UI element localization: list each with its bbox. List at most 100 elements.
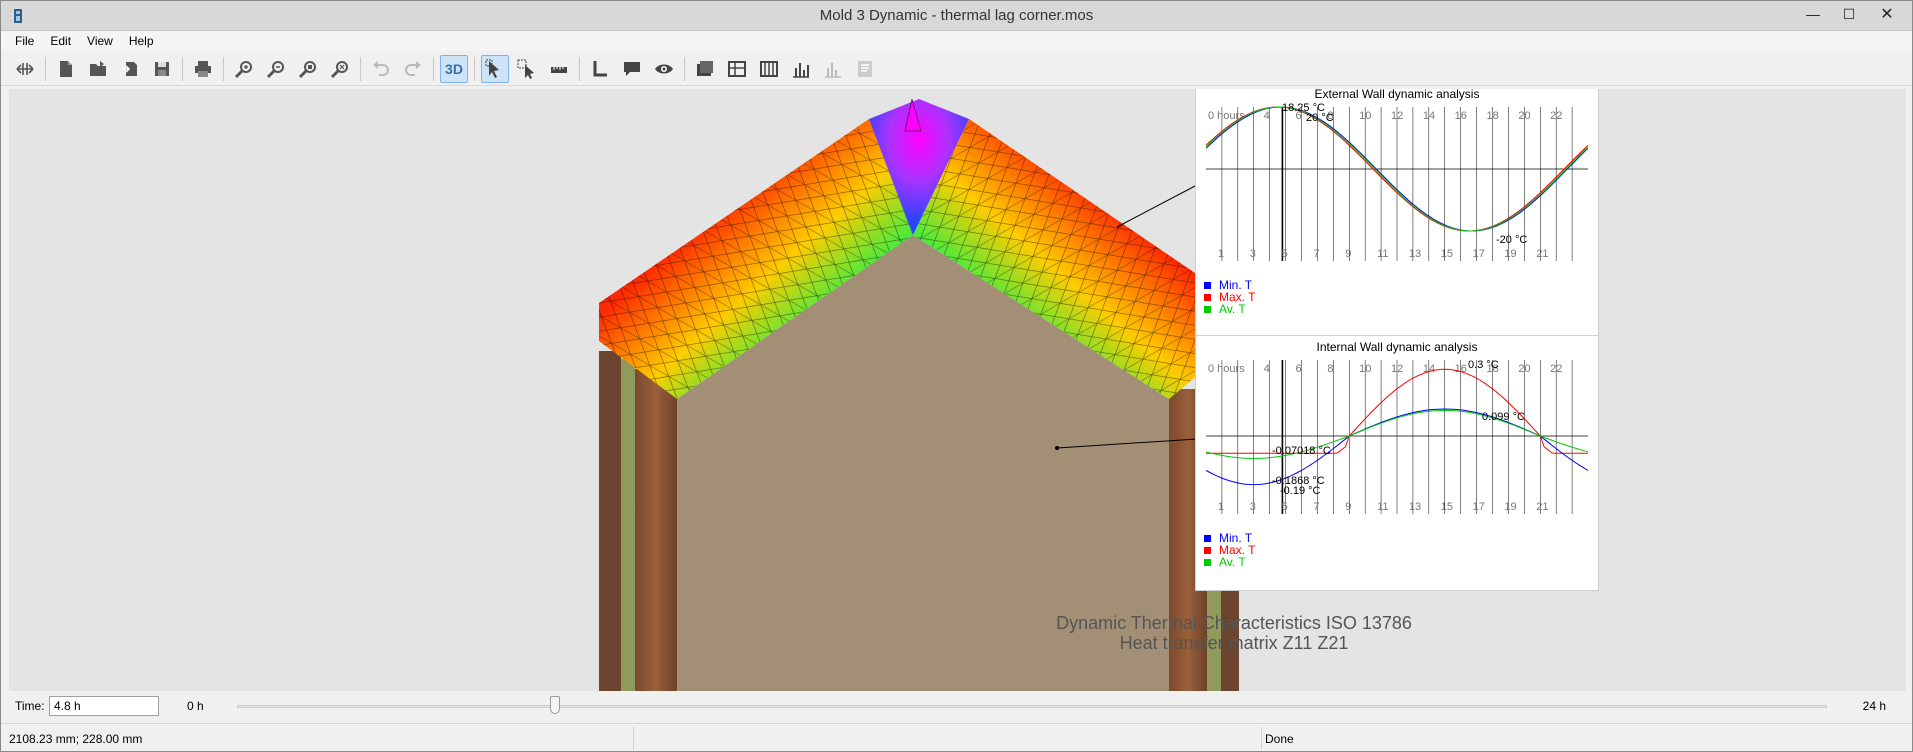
comment-button[interactable] [618, 55, 646, 83]
time-end-label: 24 h [1862, 699, 1886, 713]
axes-button[interactable] [586, 55, 614, 83]
caption-line-2: Heat transfer matrix Z11 Z21 [1119, 633, 1349, 653]
print-icon [195, 60, 211, 77]
boundary-button[interactable] [723, 55, 751, 83]
ruler-icon [551, 66, 567, 73]
menu-file[interactable]: File [7, 34, 42, 48]
boundary-icon [728, 60, 746, 77]
material-icon [760, 60, 778, 77]
internal-legend: Min. T Max. T Av. T [1204, 531, 1255, 569]
hour-label-top: 6 [1296, 363, 1302, 375]
select-button[interactable] [481, 54, 509, 83]
zoom-fit-button[interactable] [326, 55, 354, 83]
toolbar-separator [360, 56, 361, 81]
hour-label-bottom: 9 [1345, 248, 1351, 260]
hour-label-top: 4 [1264, 363, 1270, 375]
redo-button[interactable] [399, 55, 427, 83]
fit-view-button[interactable] [11, 55, 39, 83]
hour-label-bottom: 17 [1473, 501, 1485, 513]
value-label: -0.19 °C [1280, 485, 1321, 497]
caption-line-1: Dynamic Thermal Characteristics ISO 1378… [1056, 613, 1412, 633]
report-disabled-button[interactable] [851, 55, 879, 83]
internal-chart: 0 hours 4 6 8 10 12 14 16 18 20 221 3 5 7 9 11 13 15 17 19 2… [1205, 359, 1589, 514]
visibility-button[interactable] [650, 55, 678, 83]
menu-edit[interactable]: Edit [42, 34, 79, 48]
toolbar-separator [223, 56, 224, 81]
external-analysis-panel: External Wall dynamic analysis 0 hours 4 6… [1195, 89, 1599, 337]
window-title: Mold 3 Dynamic - thermal lag corner.mos [819, 7, 1094, 24]
menu-bar: File Edit View Help [1, 31, 1912, 51]
hour-label-bottom: 9 [1345, 501, 1351, 513]
chart-disabled-icon [825, 62, 841, 78]
hour-label-bottom: 7 [1313, 501, 1319, 513]
menu-view[interactable]: View [79, 34, 121, 48]
select-area-icon [517, 59, 534, 79]
legend-item-avg: Av. T [1204, 302, 1255, 316]
eye-icon [655, 64, 673, 73]
value-label: -0.07018 °C [1272, 445, 1331, 457]
select-area-button[interactable] [513, 55, 541, 83]
open-folder-icon [90, 60, 106, 76]
measure-button[interactable] [545, 55, 573, 83]
thermal-model-3d [599, 98, 1239, 691]
new-file-button[interactable] [52, 55, 80, 83]
hour-label-bottom: 5 [1282, 248, 1288, 260]
bar-chart-button[interactable] [787, 55, 815, 83]
three-d-view-button[interactable]: 3D [440, 54, 468, 83]
value-label: 0.099 °C [1482, 411, 1525, 423]
hour-label-bottom: 3 [1250, 248, 1256, 260]
print-button[interactable] [189, 55, 217, 83]
title-bar: Mold 3 Dynamic - thermal lag corner.mos … [1, 1, 1912, 31]
external-legend: Min. T Max. T Av. T [1204, 278, 1255, 316]
hour-label-bottom: 5 [1282, 501, 1288, 513]
speech-bubble-icon [624, 61, 640, 76]
legend-swatch [1204, 293, 1211, 301]
chart-disabled-button[interactable] [819, 55, 847, 83]
hour-label-top: 12 [1391, 110, 1403, 122]
hour-label-top: 22 [1550, 110, 1562, 122]
hour-label-bottom: 17 [1473, 248, 1485, 260]
hour-label-bottom: 1 [1218, 501, 1224, 513]
hour-label-top: 20 [1518, 110, 1530, 122]
toolbar-separator [433, 56, 434, 81]
time-input[interactable] [49, 696, 159, 716]
time-slider-thumb[interactable] [550, 696, 560, 714]
legend-swatch [1204, 534, 1211, 542]
internal-analysis-panel: Internal Wall dynamic analysis 0 hours 4 6… [1195, 335, 1599, 591]
undo-icon [373, 60, 389, 76]
zoom-in-button[interactable] [230, 55, 258, 83]
zoom-window-button[interactable] [294, 55, 322, 83]
hour-label-top: 16 [1455, 110, 1467, 122]
bar-chart-icon [793, 62, 809, 78]
status-bar: 2108.23 mm; 228.00 mm Done [1, 723, 1912, 751]
zoom-out-button[interactable] [262, 55, 290, 83]
toolbar-separator [579, 56, 580, 81]
model-canvas[interactable]: External Wall dynamic analysis 0 hours 4 6… [9, 89, 1906, 691]
hour-label-bottom: 3 [1250, 501, 1256, 513]
save-button[interactable] [148, 55, 176, 83]
maximize-button[interactable]: ☐ [1830, 1, 1868, 27]
value-label: 0.3 °C [1468, 359, 1499, 371]
minimize-button[interactable]: — [1794, 1, 1832, 27]
legend-item-avg: Av. T [1204, 555, 1255, 569]
hour-label-bottom: 11 [1377, 501, 1388, 513]
material-button[interactable] [755, 55, 783, 83]
open-file-button[interactable] [84, 55, 112, 83]
undo-button[interactable] [367, 55, 395, 83]
insulation-layer [621, 359, 635, 691]
hour-label-top: 14 [1423, 110, 1435, 122]
time-slider-track[interactable] [237, 705, 1827, 708]
wall-button[interactable] [691, 55, 719, 83]
import-icon [121, 61, 137, 76]
close-button[interactable]: ✕ [1868, 1, 1906, 27]
hour-label-bottom: 1 [1218, 248, 1224, 260]
wall-layer [599, 351, 621, 691]
hour-label-top: 22 [1550, 363, 1562, 375]
time-control: Time: 0 h 24 h [1, 693, 1912, 719]
hour-label-bottom: 15 [1441, 501, 1453, 513]
import-button[interactable] [116, 55, 144, 83]
toolbar-separator [474, 56, 475, 81]
menu-help[interactable]: Help [121, 34, 162, 48]
status-text: Done [1265, 732, 1294, 746]
value-label: -20 °C [1496, 234, 1527, 246]
